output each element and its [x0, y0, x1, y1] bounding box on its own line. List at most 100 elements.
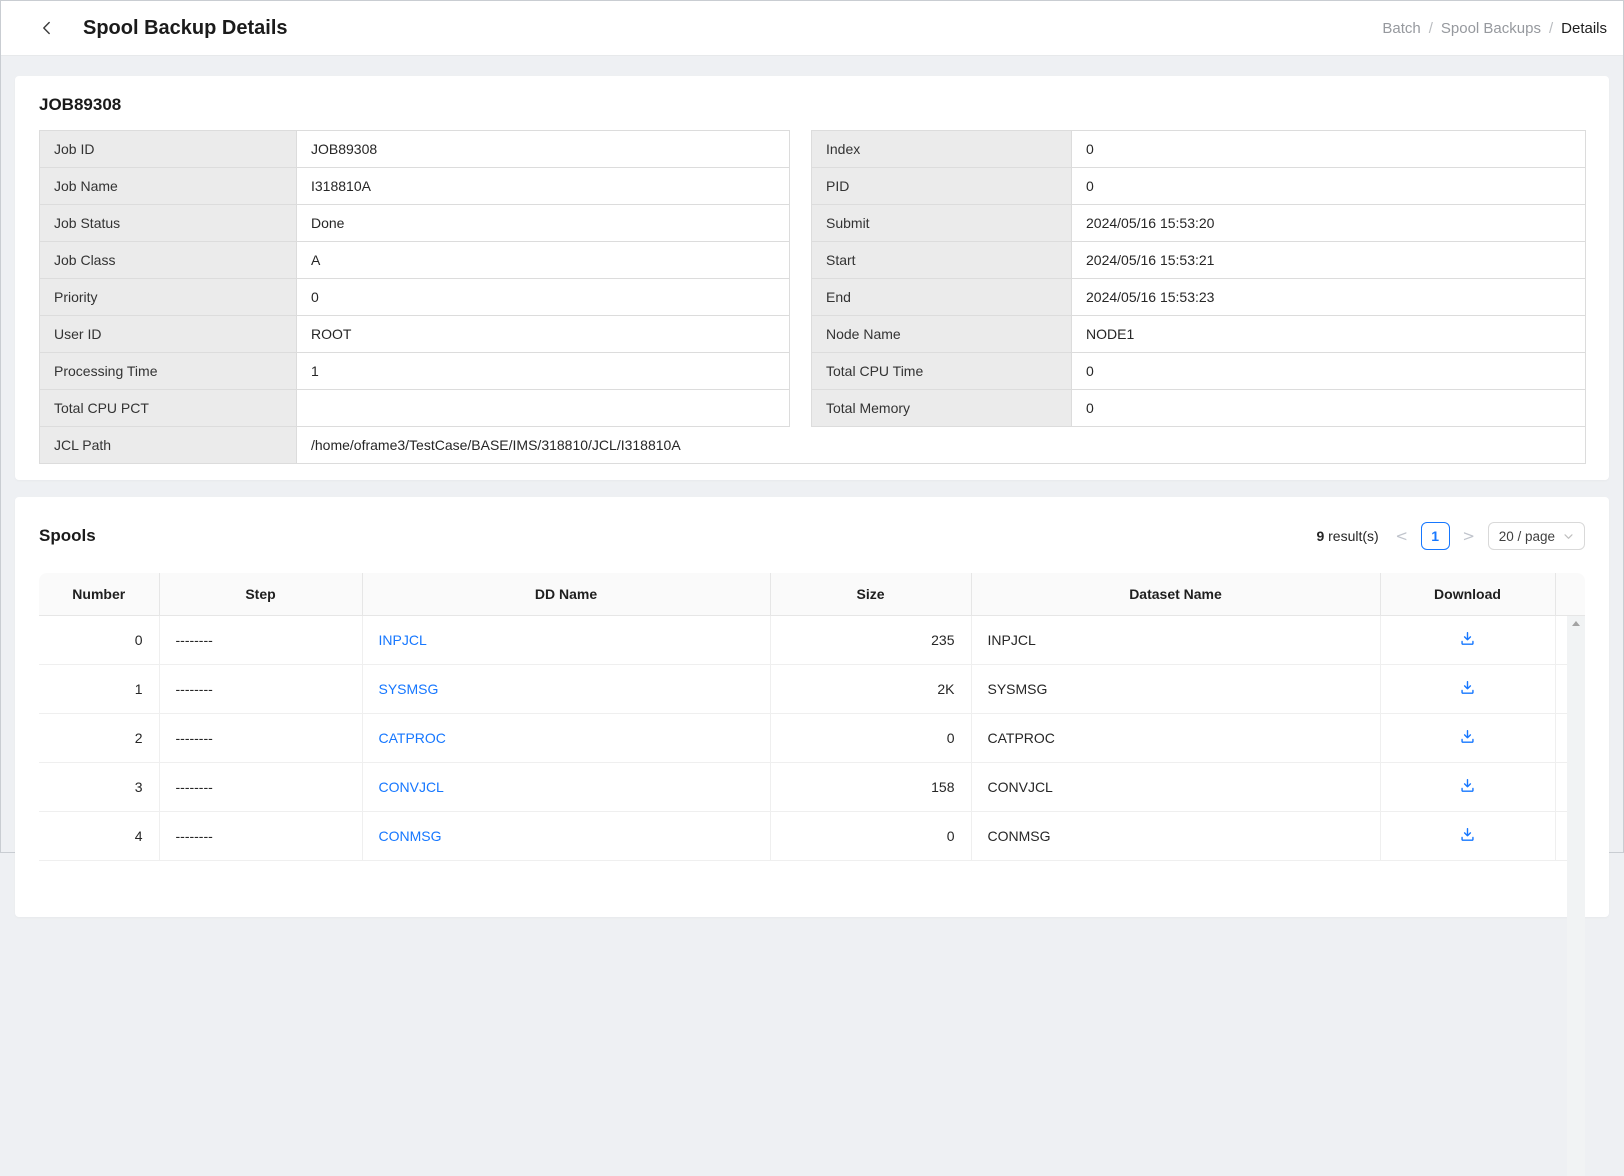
topbar: Spool Backup Details Batch / Spool Backu…	[1, 1, 1623, 56]
spool-row: 1--------SYSMSG2KSYSMSG	[39, 664, 1585, 713]
dd-name-link[interactable]: SYSMSG	[379, 681, 439, 697]
spools-card: Spools 9 result(s) < 1 > 20 / page Numbe…	[15, 497, 1609, 917]
cell-dataset-name: CONVJCL	[971, 762, 1380, 811]
detail-value: 0	[1072, 353, 1586, 390]
detail-label: Processing Time	[40, 353, 297, 390]
job-details-table: Job IDJOB89308Index0Job NameI318810APID0…	[39, 130, 1586, 464]
column-header-download: Download	[1380, 573, 1555, 615]
detail-value: A	[297, 242, 790, 279]
result-count: 9 result(s)	[1316, 528, 1378, 544]
detail-value: 0	[1072, 131, 1586, 168]
table-scrollbar[interactable]	[1567, 616, 1585, 1176]
detail-row: Job StatusDoneSubmit2024/05/16 15:53:20	[40, 205, 1586, 242]
cell-dd-name: INPJCL	[362, 615, 770, 664]
dd-name-link[interactable]: CONVJCL	[379, 779, 444, 795]
cell-step: --------	[159, 713, 362, 762]
detail-value: Done	[297, 205, 790, 242]
cell-size: 235	[770, 615, 971, 664]
detail-label: Job Class	[40, 242, 297, 279]
breadcrumb-separator: /	[1429, 20, 1433, 37]
detail-label: Start	[812, 242, 1072, 279]
pagination-prev-button[interactable]: <	[1393, 523, 1411, 549]
cell-step: --------	[159, 762, 362, 811]
download-button[interactable]	[1452, 676, 1483, 702]
detail-value: JOB89308	[297, 131, 790, 168]
job-details-card: JOB89308 Job IDJOB89308Index0Job NameI31…	[15, 76, 1609, 480]
download-button[interactable]	[1452, 627, 1483, 653]
detail-value: 2024/05/16 15:53:23	[1072, 279, 1586, 316]
spool-row: 0--------INPJCL235INPJCL	[39, 615, 1585, 664]
detail-row: User IDROOTNode NameNODE1	[40, 316, 1586, 353]
detail-label: Total CPU Time	[812, 353, 1072, 390]
detail-label: Total CPU PCT	[40, 390, 297, 427]
spools-table-header-row: NumberStepDD NameSizeDataset NameDownloa…	[39, 573, 1585, 615]
breadcrumb-item-spool-backups[interactable]: Spool Backups	[1441, 20, 1541, 37]
detail-value: ROOT	[297, 316, 790, 353]
breadcrumb-separator: /	[1549, 20, 1553, 37]
spool-row: 2--------CATPROC0CATPROC	[39, 713, 1585, 762]
detail-label: Submit	[812, 205, 1072, 242]
download-icon	[1460, 680, 1475, 695]
detail-value: 0	[1072, 390, 1586, 427]
detail-value: I318810A	[297, 168, 790, 205]
cell-step: --------	[159, 615, 362, 664]
detail-label: Job ID	[40, 131, 297, 168]
column-header-dataset-name: Dataset Name	[971, 573, 1380, 615]
detail-label: End	[812, 279, 1072, 316]
detail-value: 0	[1072, 168, 1586, 205]
detail-value: 1	[297, 353, 790, 390]
page-size-select[interactable]: 20 / page	[1488, 522, 1585, 550]
column-header-gutter	[1555, 573, 1585, 615]
cell-dataset-name: SYSMSG	[971, 664, 1380, 713]
cell-dataset-name: CATPROC	[971, 713, 1380, 762]
detail-row: JCL Path/home/oframe3/TestCase/BASE/IMS/…	[40, 427, 1586, 464]
breadcrumb-item-batch[interactable]: Batch	[1382, 20, 1420, 37]
download-button[interactable]	[1452, 823, 1483, 849]
download-icon	[1460, 729, 1475, 744]
column-gap	[790, 205, 812, 242]
cell-dataset-name: INPJCL	[971, 615, 1380, 664]
breadcrumb-item-details: Details	[1561, 20, 1607, 37]
pagination-page-1[interactable]: 1	[1421, 522, 1450, 550]
detail-row: Job IDJOB89308 Index0	[40, 131, 1586, 168]
cell-size: 158	[770, 762, 971, 811]
detail-label: Index	[812, 131, 1072, 168]
download-icon	[1460, 827, 1475, 842]
detail-row: Job NameI318810APID0	[40, 168, 1586, 205]
back-button[interactable]	[35, 16, 59, 40]
pagination-next-button[interactable]: >	[1460, 523, 1478, 549]
spool-row: 3--------CONVJCL158CONVJCL	[39, 762, 1585, 811]
detail-row: Total CPU PCT Total Memory0	[40, 390, 1586, 427]
column-gap	[790, 168, 812, 205]
detail-row: Job ClassA Start2024/05/16 15:53:21	[40, 242, 1586, 279]
dd-name-link[interactable]: INPJCL	[379, 632, 427, 648]
cell-download	[1380, 762, 1555, 811]
detail-label: Job Status	[40, 205, 297, 242]
spools-title: Spools	[39, 525, 96, 547]
detail-value: 2024/05/16 15:53:21	[1072, 242, 1586, 279]
spools-table: NumberStepDD NameSizeDataset NameDownloa…	[39, 573, 1585, 861]
cell-dd-name: CATPROC	[362, 713, 770, 762]
cell-download	[1380, 615, 1555, 664]
dd-name-link[interactable]: CATPROC	[379, 730, 446, 746]
detail-value: 0	[297, 279, 790, 316]
column-gap	[790, 242, 812, 279]
job-details-title: JOB89308	[39, 94, 1585, 116]
column-gap	[790, 353, 812, 390]
pagination: 9 result(s) < 1 > 20 / page	[1316, 522, 1585, 550]
detail-label: JCL Path	[40, 427, 297, 464]
cell-number: 1	[39, 664, 159, 713]
breadcrumb: Batch / Spool Backups / Details	[1382, 20, 1607, 37]
download-button[interactable]	[1452, 774, 1483, 800]
column-header-size: Size	[770, 573, 971, 615]
dd-name-link[interactable]: CONMSG	[379, 828, 442, 844]
detail-label: Total Memory	[812, 390, 1072, 427]
detail-value	[297, 390, 790, 427]
download-icon	[1460, 631, 1475, 646]
detail-label: Priority	[40, 279, 297, 316]
cell-number: 2	[39, 713, 159, 762]
column-header-dd-name: DD Name	[362, 573, 770, 615]
cell-size: 2K	[770, 664, 971, 713]
column-gap	[790, 131, 812, 168]
download-button[interactable]	[1452, 725, 1483, 751]
